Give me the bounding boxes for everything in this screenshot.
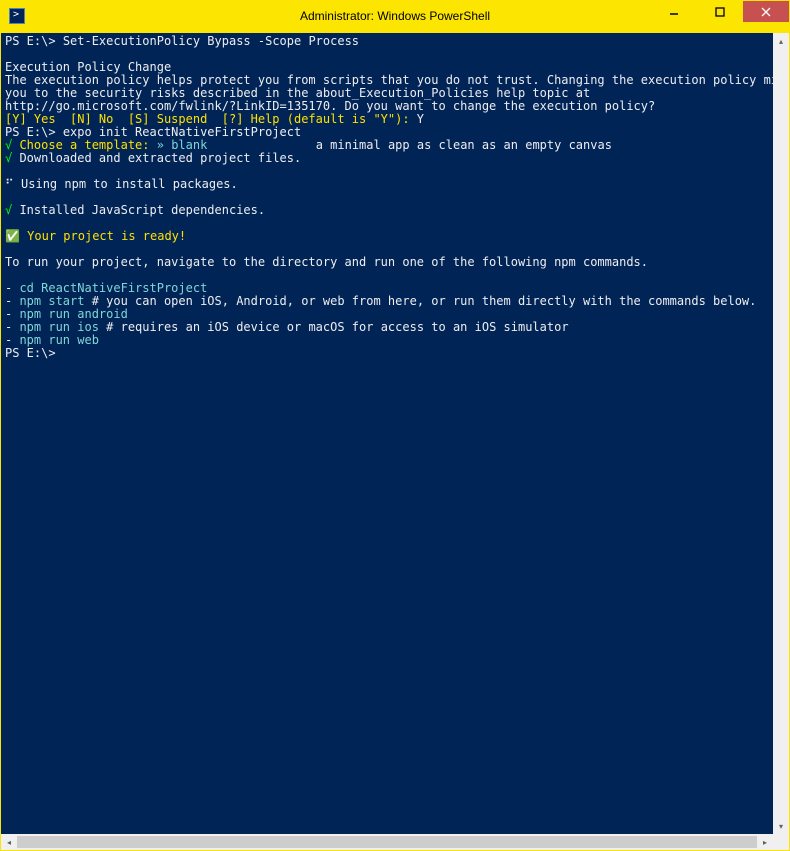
scroll-down-icon[interactable]: ▾ bbox=[773, 818, 789, 834]
scroll-thumb[interactable] bbox=[17, 836, 757, 848]
window-controls bbox=[651, 1, 789, 22]
ready-message: Your project is ready! bbox=[20, 229, 186, 243]
titlebar[interactable]: Administrator: Windows PowerShell bbox=[1, 1, 789, 31]
prompt: PS E:\> bbox=[5, 34, 56, 48]
spinner-icon: ⠋ bbox=[5, 177, 14, 191]
choose-template-label: Choose a template: bbox=[12, 138, 157, 152]
template-name: blank bbox=[164, 138, 207, 152]
ready-icon: ✅ bbox=[5, 229, 20, 243]
terminal-output[interactable]: PS E:\> Set-ExecutionPolicy Bypass -Scop… bbox=[1, 33, 773, 834]
cmd-comment: # you can open iOS, Android, or web from… bbox=[84, 294, 756, 308]
prompt: PS E:\> bbox=[5, 125, 56, 139]
policy-header: Execution Policy Change bbox=[5, 60, 171, 74]
status-line: Installed JavaScript dependencies. bbox=[12, 203, 265, 217]
prompt: PS E:\> bbox=[5, 346, 56, 360]
command: expo init ReactNativeFirstProject bbox=[63, 125, 301, 139]
cmd-cd: cd ReactNativeFirstProject bbox=[12, 281, 207, 295]
status-line: Downloaded and extracted project files. bbox=[12, 151, 301, 165]
cmd-npm-web: npm run web bbox=[12, 333, 99, 347]
cmd-npm-start: npm start bbox=[12, 294, 84, 308]
window-title: Administrator: Windows PowerShell bbox=[300, 9, 490, 23]
horizontal-scrollbar[interactable]: ◂ ▸ bbox=[1, 834, 773, 850]
policy-options: [Y] Yes [N] No [S] Suspend [?] Help (def… bbox=[5, 112, 410, 126]
arrow-icon: » bbox=[157, 138, 164, 152]
template-desc: a minimal app as clean as an empty canva… bbox=[316, 138, 612, 152]
cmd-comment: # requires an iOS device or macOS for ac… bbox=[99, 320, 569, 334]
cmd-npm-android: npm run android bbox=[12, 307, 128, 321]
command: Set-ExecutionPolicy Bypass -Scope Proces… bbox=[63, 34, 359, 48]
policy-line: The execution policy helps protect you f… bbox=[5, 73, 773, 87]
policy-line: you to the security risks described in t… bbox=[5, 86, 590, 100]
cmd-npm-ios: npm run ios bbox=[12, 320, 99, 334]
instructions: To run your project, navigate to the dir… bbox=[5, 255, 648, 269]
policy-answer: Y bbox=[410, 112, 424, 126]
maximize-button[interactable] bbox=[697, 1, 743, 22]
scroll-right-icon[interactable]: ▸ bbox=[757, 834, 773, 850]
minimize-button[interactable] bbox=[651, 1, 697, 22]
policy-line: http://go.microsoft.com/fwlink/?LinkID=1… bbox=[5, 99, 655, 113]
powershell-window: Administrator: Windows PowerShell PS E:\… bbox=[0, 0, 790, 851]
scroll-up-icon[interactable]: ▴ bbox=[773, 33, 789, 49]
scroll-left-icon[interactable]: ◂ bbox=[1, 834, 17, 850]
status-line: Using npm to install packages. bbox=[14, 177, 238, 191]
vertical-scrollbar[interactable]: ▴ ▾ bbox=[773, 33, 789, 834]
powershell-icon bbox=[9, 8, 25, 24]
close-button[interactable] bbox=[743, 1, 789, 22]
scrollbar-corner bbox=[773, 834, 789, 850]
terminal-area: PS E:\> Set-ExecutionPolicy Bypass -Scop… bbox=[1, 31, 789, 850]
